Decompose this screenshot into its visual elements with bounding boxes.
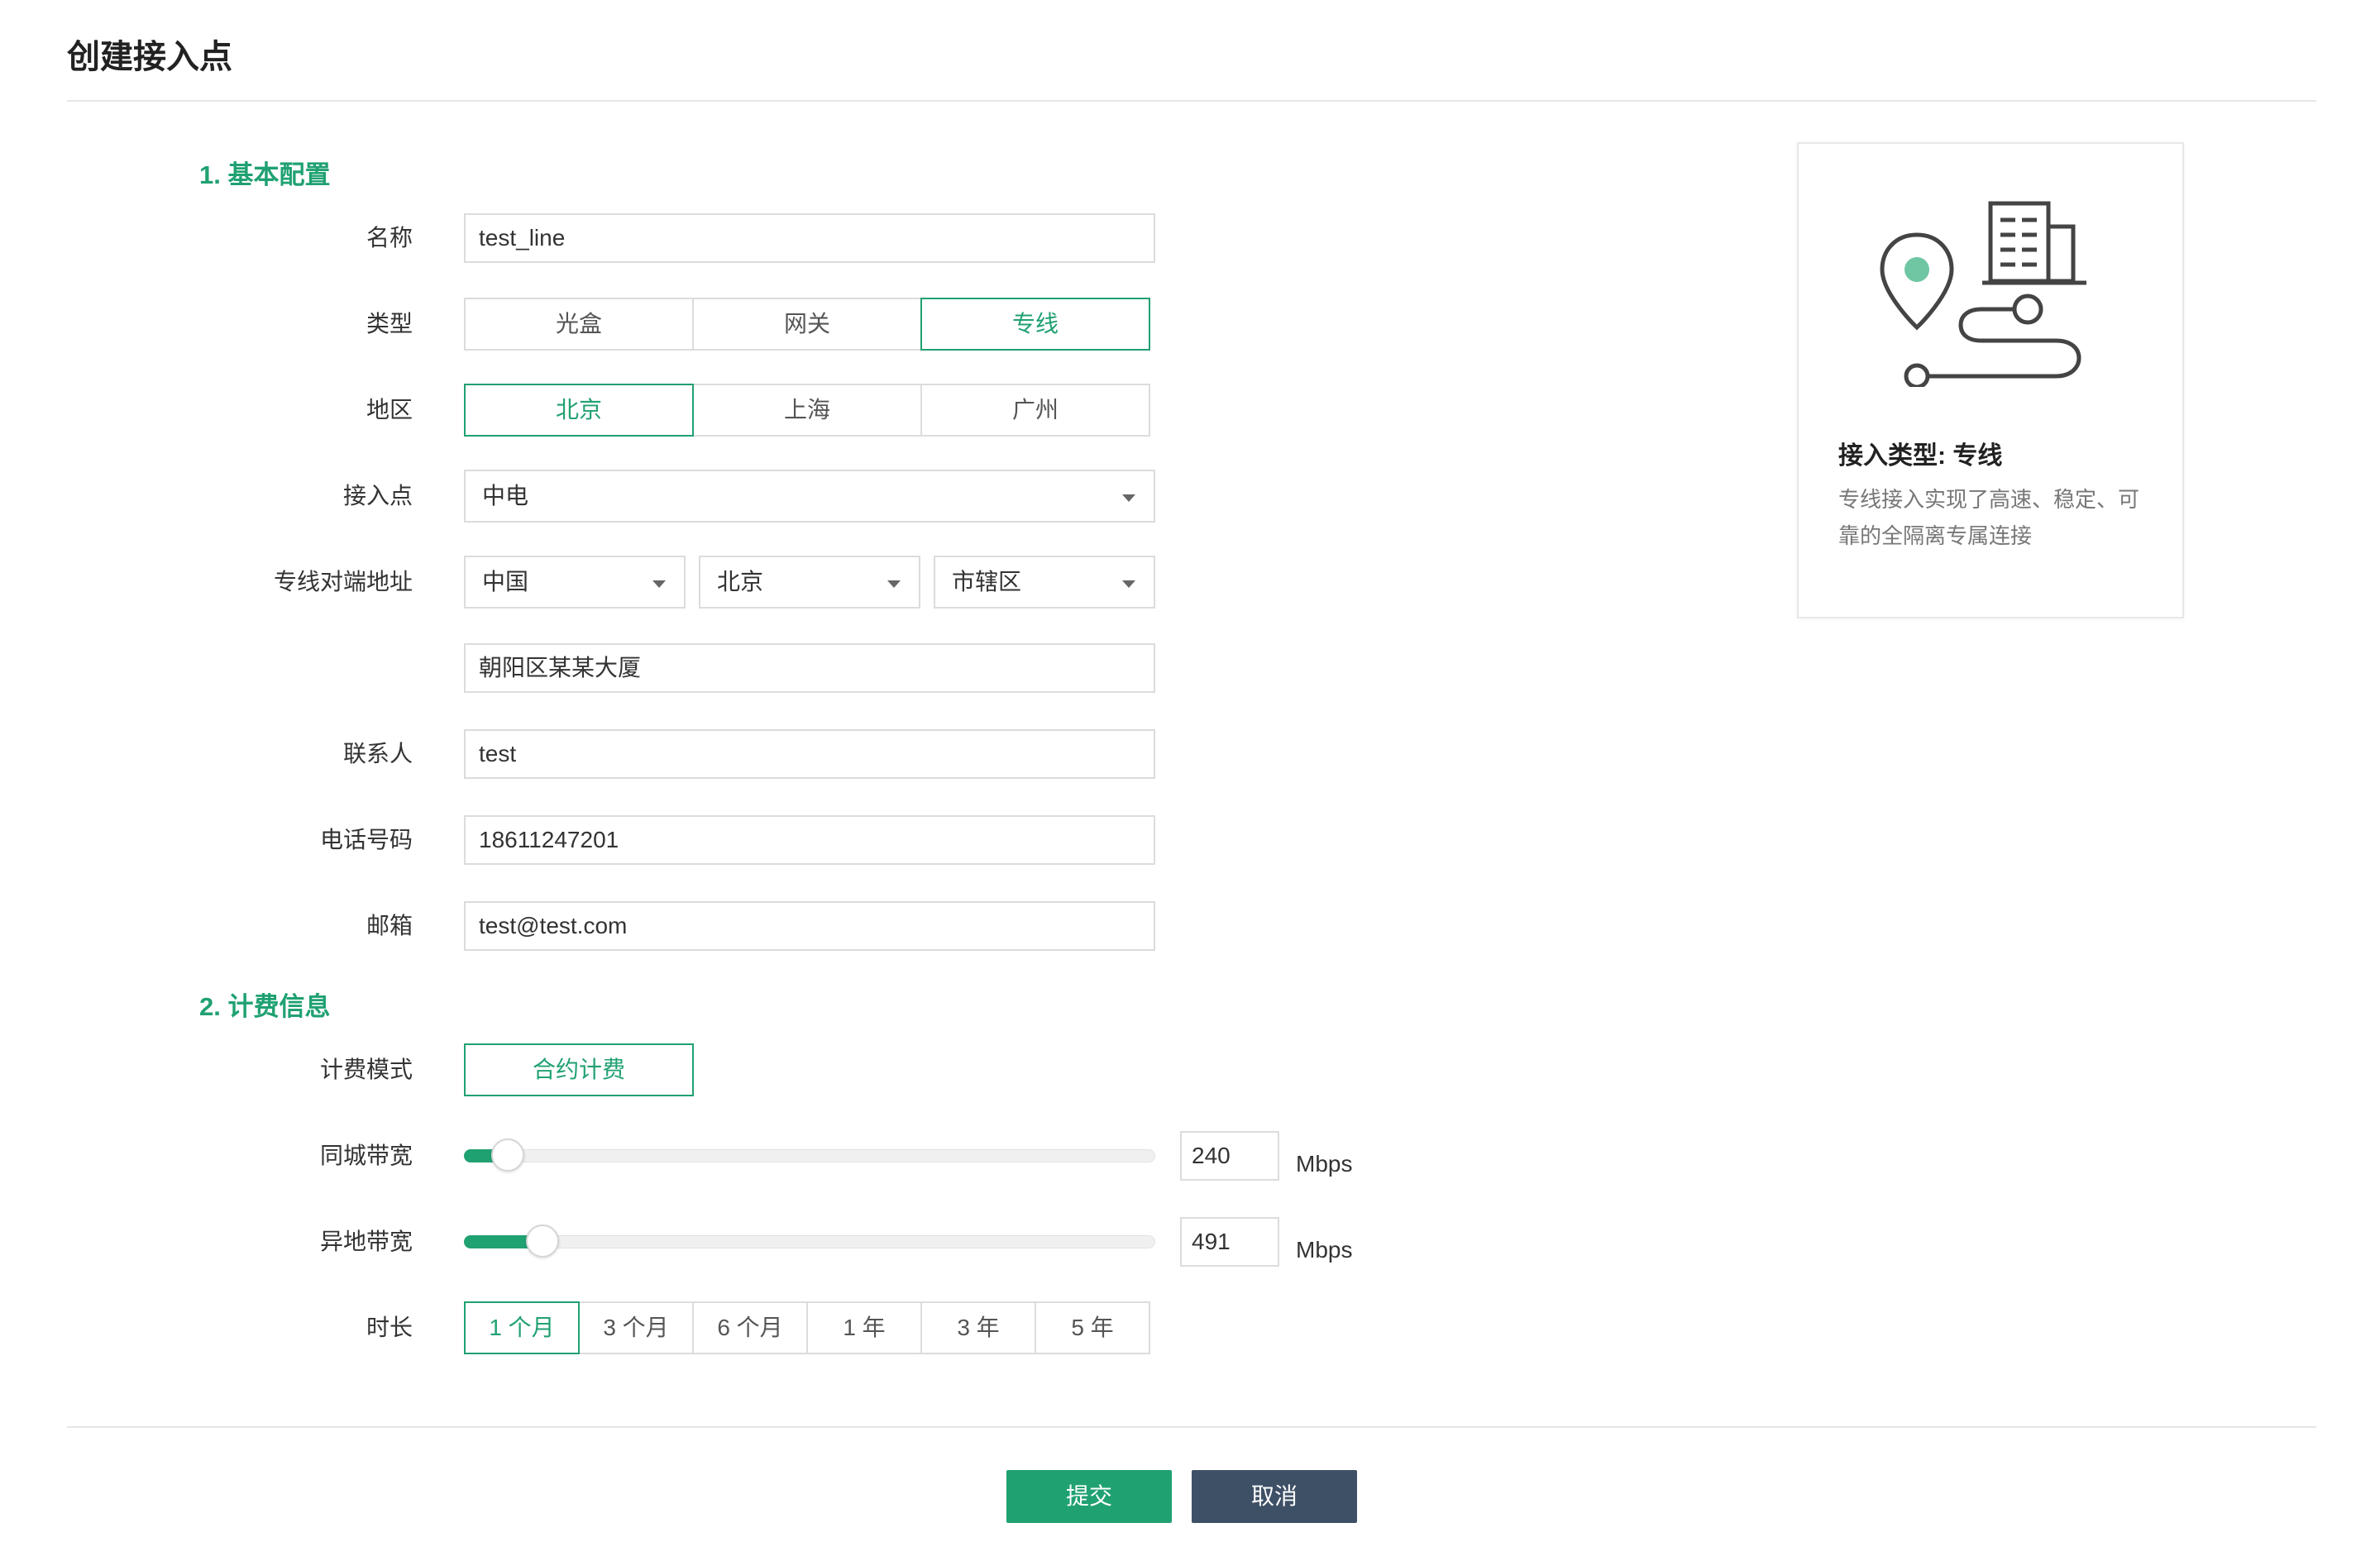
page-title: 创建接入点 (67, 39, 232, 75)
submit-button[interactable]: 提交 (1006, 1470, 1172, 1523)
remote-bandwidth-slider[interactable] (464, 1224, 1155, 1258)
slider-handle[interactable] (526, 1224, 559, 1258)
local-bandwidth-slider[interactable] (464, 1139, 1155, 1172)
create-access-point-page: 创建接入点 1. 基本配置 名称 test_line 类型 光盒 网关 专线 地… (0, 0, 2380, 1561)
name-label: 名称 (366, 225, 413, 251)
type-label: 类型 (366, 311, 413, 337)
form-row-remote-bandwidth: 异地带宽 491 Mbps (0, 1215, 2380, 1268)
country-select[interactable]: 中国 (464, 556, 686, 609)
duration-option-1-year[interactable]: 1 年 (806, 1301, 922, 1354)
billing-mode-label: 计费模式 (319, 1057, 413, 1082)
remote-bandwidth-label: 异地带宽 (319, 1229, 413, 1254)
form-row-duration: 时长 1 个月 3 个月 6 个月 1 年 3 年 5 年 (0, 1301, 2380, 1354)
form-row-address-detail: 朝阳区某某大厦 (0, 642, 2380, 695)
region-option-shanghai[interactable]: 上海 (692, 384, 922, 437)
name-input[interactable]: test_line (464, 213, 1155, 263)
chevron-down-icon (1122, 580, 1135, 588)
type-option-dedicated-line[interactable]: 专线 (920, 298, 1150, 351)
contact-input[interactable]: test (464, 729, 1155, 779)
form-row-phone: 电话号码 18611247201 (0, 814, 2380, 866)
form-row-contact: 联系人 test (0, 728, 2380, 780)
email-label: 邮箱 (366, 913, 413, 938)
province-select[interactable]: 北京 (699, 556, 920, 609)
phone-label: 电话号码 (319, 827, 413, 852)
divider (67, 1426, 2316, 1428)
region-segmented-control: 北京 上海 广州 (464, 384, 1150, 437)
phone-input[interactable]: 18611247201 (464, 815, 1155, 865)
email-input[interactable]: test@test.com (464, 901, 1155, 951)
address-detail-input[interactable]: 朝阳区某某大厦 (464, 643, 1155, 693)
type-option-box[interactable]: 光盒 (464, 298, 694, 351)
billing-mode-option-contract[interactable]: 合约计费 (464, 1043, 694, 1096)
province-value: 北京 (717, 569, 764, 594)
location-building-route-icon (1880, 201, 2086, 387)
local-bandwidth-input[interactable]: 240 (1180, 1131, 1279, 1181)
contact-label: 联系人 (342, 741, 413, 766)
local-bandwidth-label: 同城带宽 (319, 1143, 413, 1168)
remote-bandwidth-input[interactable]: 491 (1180, 1217, 1279, 1267)
access-type-info-card: 接入类型: 专线 专线接入实现了高速、稳定、可靠的全隔离专属连接 (1797, 142, 2184, 618)
cancel-button[interactable]: 取消 (1192, 1470, 1357, 1523)
chevron-down-icon (652, 580, 666, 588)
duration-option-6-months[interactable]: 6 个月 (692, 1301, 808, 1354)
local-bandwidth-unit: Mbps (1296, 1151, 1353, 1177)
remote-bandwidth-unit: Mbps (1296, 1237, 1353, 1263)
form-row-local-bandwidth: 同城带宽 240 Mbps (0, 1129, 2380, 1182)
billing-mode-segmented-control: 合约计费 (464, 1043, 694, 1096)
district-select[interactable]: 市辖区 (934, 556, 1155, 609)
access-point-value: 中电 (482, 483, 529, 508)
duration-option-3-years[interactable]: 3 年 (920, 1301, 1036, 1354)
region-label: 地区 (366, 397, 413, 422)
form-row-billing-mode: 计费模式 合约计费 (0, 1043, 2380, 1096)
duration-segmented-control: 1 个月 3 个月 6 个月 1 年 3 年 5 年 (464, 1301, 1150, 1354)
duration-label: 时长 (366, 1315, 413, 1340)
region-option-beijing[interactable]: 北京 (464, 384, 694, 437)
section-title-basic: 1. 基本配置 (199, 160, 331, 189)
slider-track (464, 1235, 1155, 1248)
section-title-billing: 2. 计费信息 (199, 992, 331, 1021)
divider (67, 100, 2316, 102)
district-value: 市辖区 (952, 569, 1022, 594)
duration-option-3-months[interactable]: 3 个月 (578, 1301, 694, 1354)
chevron-down-icon (1122, 494, 1135, 502)
type-segmented-control: 光盒 网关 专线 (464, 298, 1150, 351)
info-card-title: 接入类型: 专线 (1838, 442, 2003, 470)
access-point-select[interactable]: 中电 (464, 470, 1155, 523)
info-card-description: 专线接入实现了高速、稳定、可靠的全隔离专属连接 (1838, 487, 2140, 548)
form-row-email: 邮箱 test@test.com (0, 900, 2380, 952)
slider-handle[interactable] (491, 1139, 524, 1172)
type-option-gateway[interactable]: 网关 (692, 298, 922, 351)
slider-track (464, 1149, 1155, 1162)
country-value: 中国 (482, 569, 529, 594)
duration-option-1-month[interactable]: 1 个月 (464, 1301, 580, 1354)
duration-option-5-years[interactable]: 5 年 (1035, 1301, 1150, 1354)
peer-address-label: 专线对端地址 (273, 569, 413, 594)
chevron-down-icon (887, 580, 901, 588)
region-option-guangzhou[interactable]: 广州 (920, 384, 1150, 437)
access-point-label: 接入点 (342, 483, 413, 508)
